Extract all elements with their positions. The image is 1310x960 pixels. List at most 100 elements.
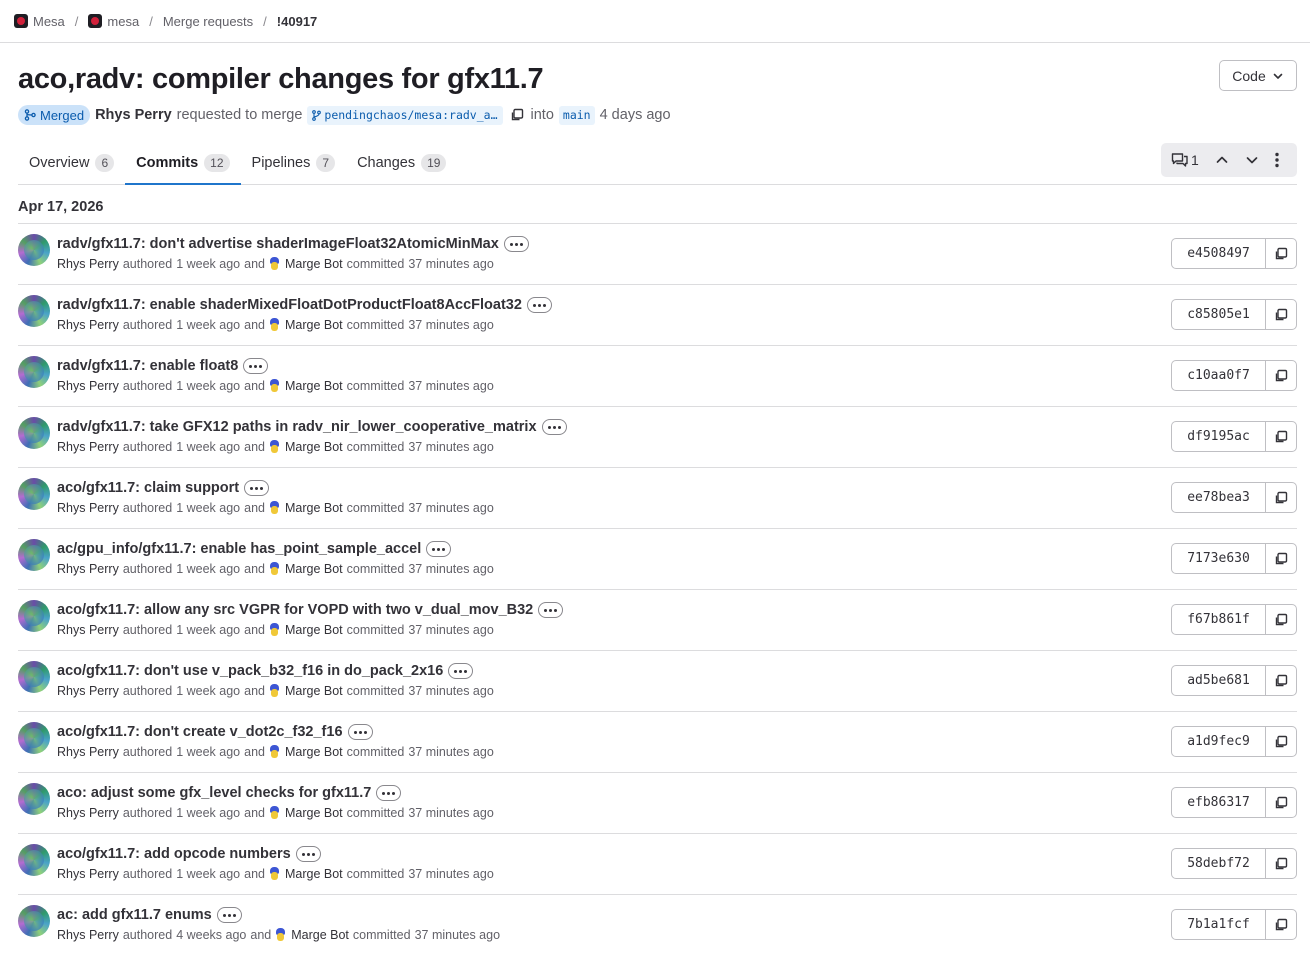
author-link[interactable]: Rhys Perry bbox=[95, 107, 172, 123]
committer-link[interactable]: Marge Bot bbox=[285, 440, 343, 454]
commit-author-link[interactable]: Rhys Perry bbox=[57, 867, 119, 881]
commit-title[interactable]: radv/gfx11.7: don't advertise shaderImag… bbox=[57, 236, 499, 252]
commit-author-link[interactable]: Rhys Perry bbox=[57, 745, 119, 759]
committer-avatar[interactable] bbox=[269, 257, 280, 271]
committer-avatar[interactable] bbox=[269, 440, 280, 454]
breadcrumb-item[interactable]: Mesa bbox=[33, 14, 65, 29]
commit-sha-link[interactable]: ad5be681 bbox=[1171, 665, 1265, 696]
author-avatar[interactable] bbox=[18, 783, 50, 815]
author-avatar[interactable] bbox=[18, 722, 50, 754]
tab-overview[interactable]: Overview 6 bbox=[18, 141, 125, 184]
toggle-description-button[interactable] bbox=[526, 297, 552, 313]
commit-sha-link[interactable]: c10aa0f7 bbox=[1171, 360, 1265, 391]
copy-sha-button[interactable] bbox=[1265, 726, 1297, 757]
breadcrumb-project-mesa[interactable]: mesa bbox=[88, 14, 139, 29]
commit-author-link[interactable]: Rhys Perry bbox=[57, 623, 119, 637]
toggle-description-button[interactable] bbox=[295, 846, 321, 862]
committer-avatar[interactable] bbox=[269, 684, 280, 698]
toggle-description-button[interactable] bbox=[541, 419, 567, 435]
commit-author-link[interactable]: Rhys Perry bbox=[57, 562, 119, 576]
committer-link[interactable]: Marge Bot bbox=[285, 745, 343, 759]
committer-link[interactable]: Marge Bot bbox=[285, 318, 343, 332]
commit-sha-link[interactable]: df9195ac bbox=[1171, 421, 1265, 452]
copy-sha-button[interactable] bbox=[1265, 482, 1297, 513]
copy-sha-button[interactable] bbox=[1265, 604, 1297, 635]
author-avatar[interactable] bbox=[18, 295, 50, 327]
committer-link[interactable]: Marge Bot bbox=[285, 806, 343, 820]
commit-author-link[interactable]: Rhys Perry bbox=[57, 440, 119, 454]
copy-sha-button[interactable] bbox=[1265, 543, 1297, 574]
commit-title[interactable]: aco/gfx11.7: allow any src VGPR for VOPD… bbox=[57, 602, 533, 618]
toggle-description-button[interactable] bbox=[448, 663, 474, 679]
tab-changes[interactable]: Changes 19 bbox=[346, 141, 457, 184]
toggle-description-button[interactable] bbox=[503, 236, 529, 252]
author-avatar[interactable] bbox=[18, 234, 50, 266]
commit-sha-link[interactable]: ee78bea3 bbox=[1171, 482, 1265, 513]
breadcrumb-item[interactable]: mesa bbox=[107, 14, 139, 29]
breadcrumb-group-mesa[interactable]: Mesa bbox=[14, 14, 65, 29]
commit-sha-link[interactable]: c85805e1 bbox=[1171, 299, 1265, 330]
commit-author-link[interactable]: Rhys Perry bbox=[57, 928, 119, 942]
committer-link[interactable]: Marge Bot bbox=[285, 684, 343, 698]
code-dropdown-button[interactable]: Code bbox=[1219, 60, 1297, 91]
author-avatar[interactable] bbox=[18, 600, 50, 632]
copy-sha-button[interactable] bbox=[1265, 238, 1297, 269]
committer-link[interactable]: Marge Bot bbox=[285, 257, 343, 271]
commit-author-link[interactable]: Rhys Perry bbox=[57, 806, 119, 820]
author-avatar[interactable] bbox=[18, 478, 50, 510]
commit-title[interactable]: ac: add gfx11.7 enums bbox=[57, 907, 212, 923]
commit-title[interactable]: aco/gfx11.7: claim support bbox=[57, 480, 239, 496]
toggle-description-button[interactable] bbox=[376, 785, 402, 801]
commit-title[interactable]: ac/gpu_info/gfx11.7: enable has_point_sa… bbox=[57, 541, 421, 557]
committer-avatar[interactable] bbox=[269, 562, 280, 576]
commit-title[interactable]: radv/gfx11.7: enable float8 bbox=[57, 358, 238, 374]
author-avatar[interactable] bbox=[18, 417, 50, 449]
commit-title[interactable]: aco/gfx11.7: add opcode numbers bbox=[57, 846, 291, 862]
committer-avatar[interactable] bbox=[269, 745, 280, 759]
commit-author-link[interactable]: Rhys Perry bbox=[57, 379, 119, 393]
commit-sha-link[interactable]: efb86317 bbox=[1171, 787, 1265, 818]
copy-sha-button[interactable] bbox=[1265, 665, 1297, 696]
committer-avatar[interactable] bbox=[269, 501, 280, 515]
copy-sha-button[interactable] bbox=[1265, 909, 1297, 940]
toggle-description-button[interactable] bbox=[426, 541, 452, 557]
commit-sha-link[interactable]: e4508497 bbox=[1171, 238, 1265, 269]
next-discussion-button[interactable] bbox=[1245, 153, 1259, 167]
copy-branch-icon[interactable] bbox=[510, 108, 524, 122]
tab-commits[interactable]: Commits 12 bbox=[125, 141, 241, 185]
toggle-description-button[interactable] bbox=[216, 907, 242, 923]
commit-title[interactable]: radv/gfx11.7: take GFX12 paths in radv_n… bbox=[57, 419, 537, 435]
committer-link[interactable]: Marge Bot bbox=[285, 623, 343, 637]
more-actions-button[interactable] bbox=[1275, 152, 1279, 168]
copy-sha-button[interactable] bbox=[1265, 299, 1297, 330]
committer-avatar[interactable] bbox=[269, 379, 280, 393]
source-branch[interactable]: pendingchaos/mesa:radv_a… bbox=[307, 105, 503, 125]
commit-author-link[interactable]: Rhys Perry bbox=[57, 318, 119, 332]
author-avatar[interactable] bbox=[18, 844, 50, 876]
author-avatar[interactable] bbox=[18, 905, 50, 937]
toggle-description-button[interactable] bbox=[347, 724, 373, 740]
committer-link[interactable]: Marge Bot bbox=[285, 501, 343, 515]
committer-link[interactable]: Marge Bot bbox=[285, 562, 343, 576]
committer-avatar[interactable] bbox=[269, 867, 280, 881]
commit-author-link[interactable]: Rhys Perry bbox=[57, 501, 119, 515]
previous-discussion-button[interactable] bbox=[1215, 153, 1229, 167]
commit-title[interactable]: aco/gfx11.7: don't use v_pack_b32_f16 in… bbox=[57, 663, 443, 679]
copy-sha-button[interactable] bbox=[1265, 421, 1297, 452]
commit-author-link[interactable]: Rhys Perry bbox=[57, 257, 119, 271]
commit-sha-link[interactable]: 7b1a1fcf bbox=[1171, 909, 1265, 940]
toggle-description-button[interactable] bbox=[538, 602, 564, 618]
commit-title[interactable]: aco/gfx11.7: don't create v_dot2c_f32_f1… bbox=[57, 724, 343, 740]
committer-link[interactable]: Marge Bot bbox=[285, 379, 343, 393]
toggle-description-button[interactable] bbox=[243, 358, 269, 374]
commit-sha-link[interactable]: a1d9fec9 bbox=[1171, 726, 1265, 757]
toggle-description-button[interactable] bbox=[244, 480, 270, 496]
target-branch[interactable]: main bbox=[558, 105, 595, 125]
committer-avatar[interactable] bbox=[269, 806, 280, 820]
breadcrumb-merge-requests[interactable]: Merge requests bbox=[163, 14, 253, 29]
committer-link[interactable]: Marge Bot bbox=[291, 928, 349, 942]
committer-link[interactable]: Marge Bot bbox=[285, 867, 343, 881]
copy-sha-button[interactable] bbox=[1265, 360, 1297, 391]
commit-title[interactable]: radv/gfx11.7: enable shaderMixedFloatDot… bbox=[57, 297, 522, 313]
commit-title[interactable]: aco: adjust some gfx_level checks for gf… bbox=[57, 785, 371, 801]
